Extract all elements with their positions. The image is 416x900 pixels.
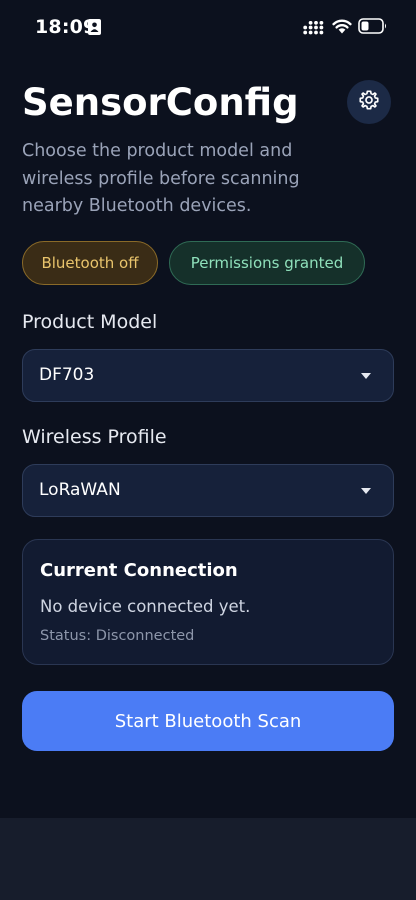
product-model-value: DF703 xyxy=(39,365,95,385)
start-scan-button[interactable]: Start Bluetooth Scan xyxy=(22,691,394,751)
connection-card-title: Current Connection xyxy=(40,560,238,581)
wireless-profile-select[interactable]: LoRaWAN xyxy=(22,464,394,517)
signal-icon xyxy=(303,20,325,39)
bluetooth-status-badge: Bluetooth off xyxy=(22,241,158,285)
product-model-select[interactable]: DF703 xyxy=(22,349,394,402)
wireless-profile-label: Wireless Profile xyxy=(22,426,167,448)
gear-icon xyxy=(358,89,380,115)
caret-down-icon xyxy=(361,373,371,379)
bottom-safe-area xyxy=(0,818,416,900)
caret-down-icon xyxy=(361,488,371,494)
product-model-label: Product Model xyxy=(22,311,158,333)
page-subtitle: Choose the product model and wireless pr… xyxy=(22,141,300,216)
settings-button[interactable] xyxy=(347,80,391,124)
id-card-icon xyxy=(88,19,101,39)
permissions-status-badge: Permissions granted xyxy=(169,241,365,285)
wireless-profile-value: LoRaWAN xyxy=(39,480,121,500)
status-bar: 18:09 xyxy=(0,0,416,56)
wifi-icon xyxy=(332,18,352,38)
connection-message: No device connected yet. xyxy=(40,597,251,616)
battery-icon xyxy=(358,18,388,38)
app-title: SensorConfig xyxy=(22,81,299,124)
connection-card: Current Connection No device connected y… xyxy=(22,539,394,665)
connection-status: Status: Disconnected xyxy=(40,628,195,644)
app-screen: 18:09 SensorConfig Choose the product mo… xyxy=(0,0,416,900)
